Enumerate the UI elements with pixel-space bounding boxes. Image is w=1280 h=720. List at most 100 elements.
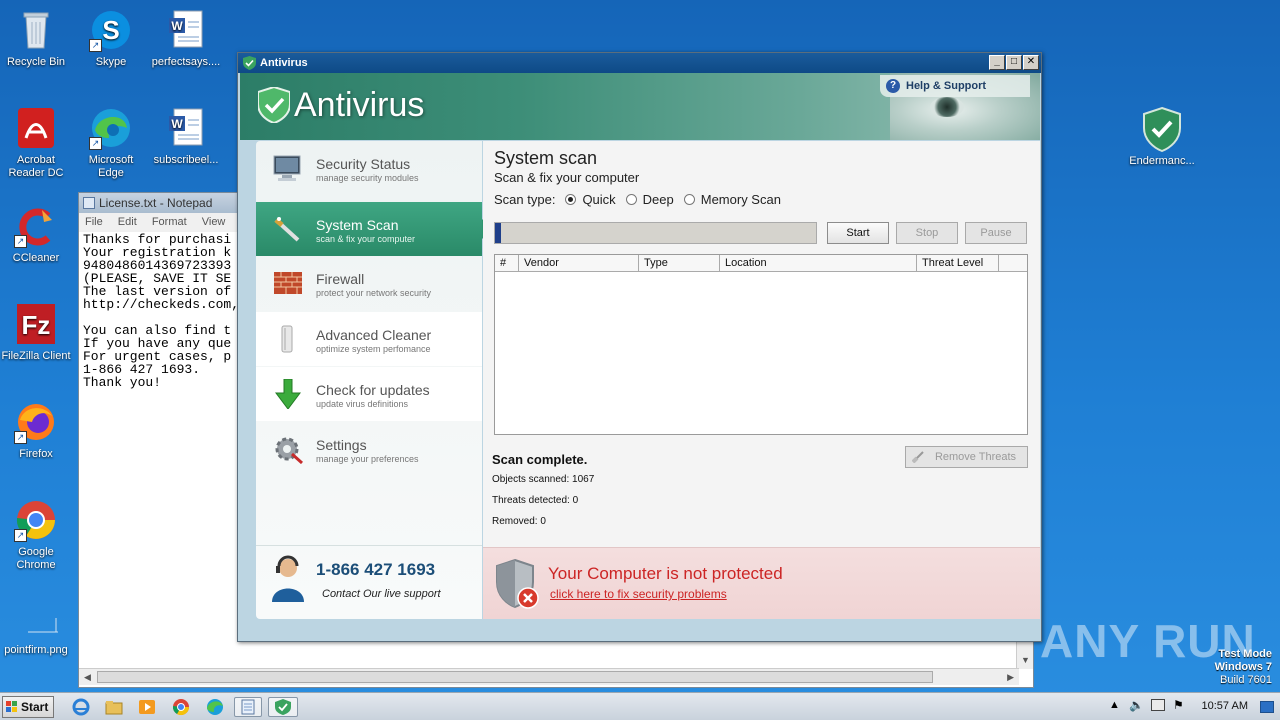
antivirus-title-bar[interactable]: Antivirus _ □ ✕	[238, 53, 1041, 73]
scroll-down-arrow-icon[interactable]: ▼	[1021, 655, 1030, 665]
sidebar-item-check-updates[interactable]: Check for updates update virus definitio…	[256, 367, 482, 421]
pause-button[interactable]: Pause	[965, 222, 1027, 244]
shield-check-icon	[258, 87, 290, 123]
image-file-icon	[14, 596, 58, 640]
desktop-icon-skype[interactable]: S ↗ Skype	[75, 8, 147, 69]
menu-view[interactable]: View	[202, 216, 226, 228]
radio-memory-scan[interactable]	[683, 194, 695, 205]
desktop-icon-label: CCleaner	[12, 252, 60, 264]
page-subtitle: Scan & fix your computer	[494, 170, 640, 185]
live-support[interactable]: 1-866 427 1693 Contact Our live support	[256, 545, 482, 619]
test-mode-line: Windows 7	[1214, 661, 1272, 673]
sidebar-item-subtitle: update virus definitions	[316, 399, 409, 409]
warning-title: Your Computer is not protected	[548, 564, 783, 583]
sidebar-item-settings[interactable]: Settings manage your preferences	[256, 422, 482, 476]
desktop-icon-subscribeel[interactable]: W subscribeel...	[150, 106, 222, 167]
test-mode-line: Build 7601	[1220, 674, 1272, 686]
desktop-icon-label: Microsoft Edge	[88, 154, 134, 179]
taskbar-explorer-icon[interactable]	[103, 697, 125, 717]
edge-icon: ↗	[89, 106, 133, 150]
desktop-icon-endermanch[interactable]: Endermanc...	[1122, 106, 1202, 167]
desktop-icon-label: FileZilla Client	[1, 350, 71, 362]
sidebar-item-title: Settings	[316, 437, 367, 453]
desktop-icon-acrobat[interactable]: Acrobat Reader DC	[0, 106, 72, 180]
menu-file[interactable]: File	[85, 216, 103, 228]
app-banner: Antivirus ? Help & Support	[240, 73, 1040, 140]
radio-memory-scan-label[interactable]: Memory Scan	[701, 192, 781, 207]
stop-button[interactable]: Stop	[896, 222, 958, 244]
network-icon[interactable]	[1151, 699, 1165, 711]
radio-quick-label[interactable]: Quick	[582, 192, 615, 207]
radio-quick[interactable]	[565, 194, 577, 205]
desktop-icon-chrome[interactable]: ↗ Google Chrome	[0, 498, 72, 572]
threats-table[interactable]: # Vendor Type Location Threat Level	[494, 254, 1028, 435]
radio-deep-label[interactable]: Deep	[643, 192, 674, 207]
help-support-label: Help & Support	[906, 80, 987, 92]
taskbar-media-player-icon[interactable]	[136, 697, 158, 717]
scrollbar-thumb[interactable]	[97, 671, 933, 683]
svg-text:W: W	[171, 117, 183, 131]
remove-threats-button[interactable]: Remove Threats	[905, 446, 1028, 468]
start-button[interactable]: Start	[827, 222, 889, 244]
close-button[interactable]: ✕	[1023, 55, 1039, 70]
shortcut-arrow-icon: ↗	[14, 235, 27, 248]
help-support-link[interactable]: ? Help & Support	[880, 75, 1030, 97]
clock[interactable]: 10:57 AM	[1202, 700, 1248, 712]
scroll-left-arrow-icon[interactable]: ◀	[84, 672, 91, 683]
desktop-icon-filezilla[interactable]: Fz FileZilla Client	[0, 302, 72, 363]
taskbar-notepad-icon[interactable]	[234, 697, 262, 717]
sidebar-item-advanced-cleaner[interactable]: Advanced Cleaner optimize system perfoma…	[256, 312, 482, 366]
sidebar-item-title: Check for updates	[316, 382, 430, 398]
desktop-icon-edge[interactable]: ↗ Microsoft Edge	[75, 106, 147, 180]
sidebar-item-firewall[interactable]: Firewall protect your network security	[256, 256, 482, 310]
skype-icon: S ↗	[89, 8, 133, 52]
settings-gear-icon	[275, 437, 304, 464]
sidebar-item-title: Security Status	[316, 156, 411, 172]
scan-wand-icon	[274, 217, 300, 242]
column-header-vendor[interactable]: Vendor	[519, 255, 639, 271]
column-header-threat-level[interactable]: Threat Level	[917, 255, 999, 271]
desktop-icon-recycle-bin[interactable]: Recycle Bin	[0, 8, 72, 69]
fix-problems-link[interactable]: click here to fix security problems	[550, 587, 727, 601]
taskbar-ie-icon[interactable]	[70, 697, 92, 717]
question-icon: ?	[886, 79, 900, 93]
notepad-horizontal-scrollbar[interactable]: ◀ ▶	[79, 668, 1019, 685]
antivirus-window[interactable]: Antivirus _ □ ✕ Antivirus ? Help & Suppo…	[237, 52, 1042, 642]
desktop-icon-ccleaner[interactable]: ↗ CCleaner	[0, 204, 72, 265]
taskbar-antivirus-icon[interactable]	[268, 697, 298, 717]
support-phone: 1-866 427 1693	[316, 560, 436, 579]
desktop: Recycle Bin S ↗ Skype W perfectsays.... …	[0, 0, 1280, 692]
notepad-text-area[interactable]: Thanks for purchasi Your registration k …	[83, 233, 239, 389]
scroll-right-arrow-icon[interactable]: ▶	[1007, 672, 1014, 683]
download-arrow-icon	[275, 379, 301, 409]
scan-type-label: Scan type:	[494, 192, 556, 207]
desktop-icon-label: Google Chrome	[16, 546, 56, 571]
threats-detected: Threats detected: 0	[492, 495, 579, 506]
show-desktop-icon[interactable]	[1260, 701, 1274, 713]
maximize-button[interactable]: □	[1006, 55, 1022, 70]
minimize-button[interactable]: _	[989, 55, 1005, 70]
column-header-type[interactable]: Type	[639, 255, 720, 271]
taskbar-edge-icon[interactable]	[204, 697, 226, 717]
taskbar-chrome-icon[interactable]	[170, 697, 192, 717]
action-center-flag-icon[interactable]: ⚑	[1173, 698, 1184, 712]
menu-edit[interactable]: Edit	[118, 216, 137, 228]
scan-panel: System scan Scan & fix your computer Sca…	[483, 141, 1040, 547]
shortcut-arrow-icon: ↗	[14, 529, 27, 542]
recycle-bin-icon	[14, 8, 58, 52]
radio-deep[interactable]	[625, 194, 637, 205]
desktop-icon-firefox[interactable]: ↗ Firefox	[0, 400, 72, 461]
column-header-location[interactable]: Location	[720, 255, 917, 271]
desktop-icon-pointfirm[interactable]: pointfirm.png	[0, 596, 72, 657]
sidebar-item-system-scan[interactable]: System Scan scan & fix your computer	[256, 202, 492, 256]
menu-format[interactable]: Format	[152, 216, 187, 228]
desktop-icon-perfectsays[interactable]: W perfectsays....	[150, 8, 222, 69]
sidebar-item-security-status[interactable]: Security Status manage security modules	[256, 141, 482, 195]
volume-icon[interactable]: 🔈	[1129, 698, 1144, 712]
removed-count: Removed: 0	[492, 516, 546, 527]
svg-text:S: S	[102, 15, 119, 45]
start-button[interactable]: Start	[2, 696, 54, 718]
column-header-number[interactable]: #	[495, 255, 519, 271]
shortcut-arrow-icon: ↗	[89, 39, 102, 52]
tray-expand-icon[interactable]: ▲	[1109, 699, 1120, 711]
